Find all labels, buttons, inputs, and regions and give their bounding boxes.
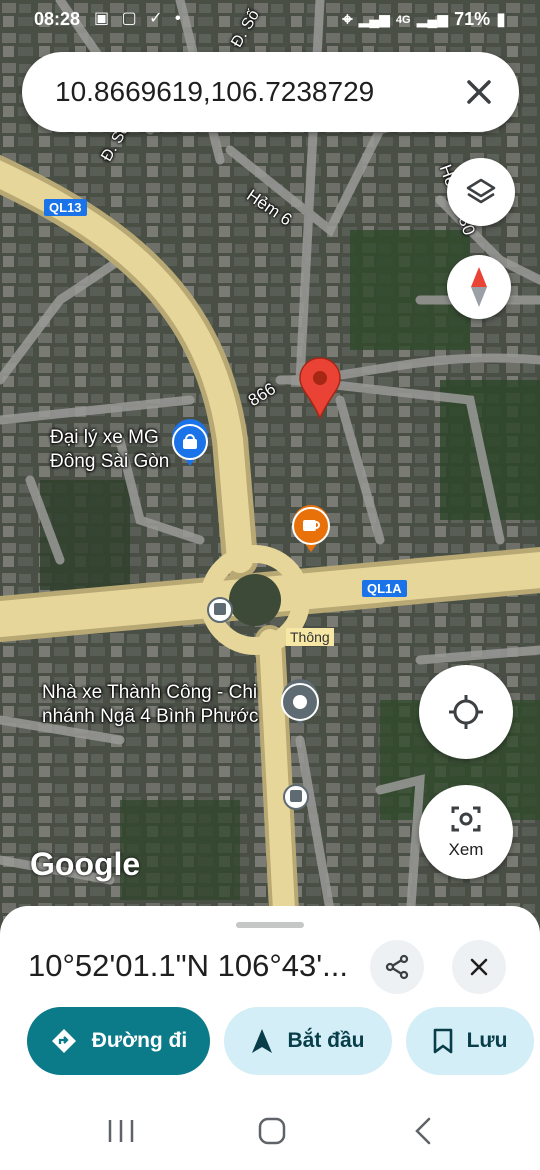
google-logo: Google (30, 846, 141, 882)
place-label-line: nhánh Ngã 4 Bình Phước (42, 706, 259, 727)
place-label-line: Nhà xe Thành Công - Chi (42, 682, 258, 703)
recent-apps-icon[interactable] (106, 1118, 136, 1144)
layers-icon (466, 178, 496, 204)
status-right: ⌖ ▂▄▆ 4G ▂▄▆ 71% ▮ (342, 9, 506, 30)
close-icon (470, 958, 488, 976)
battery-percent: 71% (454, 9, 491, 29)
share-icon (385, 954, 409, 980)
home-icon[interactable] (257, 1116, 287, 1146)
street-view-button[interactable]: Xem (419, 785, 513, 879)
notification-icons: ▣ ▢ ✓ • (94, 10, 185, 27)
place-label-bus-company[interactable]: Nhà xe Thành Công - Chi nhánh Ngã 4 Bình… (42, 681, 258, 729)
bus-stop-icon[interactable] (207, 597, 233, 623)
share-button[interactable] (370, 940, 424, 994)
directions-label: Đường đi (91, 1029, 188, 1052)
place-label-line: Đông Sài Gòn (50, 451, 170, 472)
save-label: Lưu (466, 1029, 508, 1052)
search-bar[interactable]: 10.8669619,106.7238729 (22, 52, 519, 132)
directions-icon (51, 1029, 76, 1053)
place-label-line: Đại lý xe MG (50, 427, 159, 448)
my-location-button[interactable] (419, 665, 513, 759)
street-view-label: Xem (448, 840, 484, 859)
back-icon[interactable] (412, 1116, 434, 1146)
close-sheet-button[interactable] (452, 940, 506, 994)
system-navigation-bar (0, 1092, 540, 1170)
battery-icon: ▮ (496, 9, 506, 29)
directions-button[interactable]: Đường đi (27, 1007, 210, 1075)
signal-icon: ▂▄▆ (358, 11, 390, 27)
start-label: Bắt đầu (287, 1029, 365, 1052)
camera-scan-icon (451, 806, 481, 832)
road-label-ql1a: QL1A (362, 580, 407, 597)
crosshair-icon (449, 695, 483, 729)
road-label-ql13: QL13 (44, 199, 87, 216)
place-label-mg-dealer[interactable]: Đại lý xe MG Đông Sài Gòn (50, 426, 169, 474)
layers-button[interactable] (447, 158, 515, 226)
status-bar: 08:28 ▣ ▢ ✓ • ⌖ ▂▄▆ 4G ▂▄▆ 71% ▮ (0, 0, 540, 40)
bus-stop-icon[interactable] (283, 784, 309, 810)
compass-icon (471, 267, 487, 307)
close-icon[interactable] (457, 70, 501, 114)
save-button[interactable]: Lưu (406, 1007, 534, 1075)
bookmark-icon (433, 1028, 452, 1054)
sheet-drag-handle[interactable] (236, 922, 304, 928)
location-status-icon: ⌖ (342, 9, 353, 29)
coordinates-title: 10°52'01.1"N 106°43'... (28, 948, 348, 983)
compass-button[interactable] (447, 255, 511, 319)
search-query[interactable]: 10.8669619,106.7238729 (55, 76, 374, 108)
navigation-arrow-icon (252, 1029, 273, 1053)
network-type: 4G (395, 13, 411, 26)
status-time: 08:28 (34, 9, 81, 29)
start-button[interactable]: Bắt đầu (224, 1007, 392, 1075)
signal-icon: ▂▄▆ (416, 11, 449, 27)
road-label-thong: Thông (286, 628, 334, 646)
